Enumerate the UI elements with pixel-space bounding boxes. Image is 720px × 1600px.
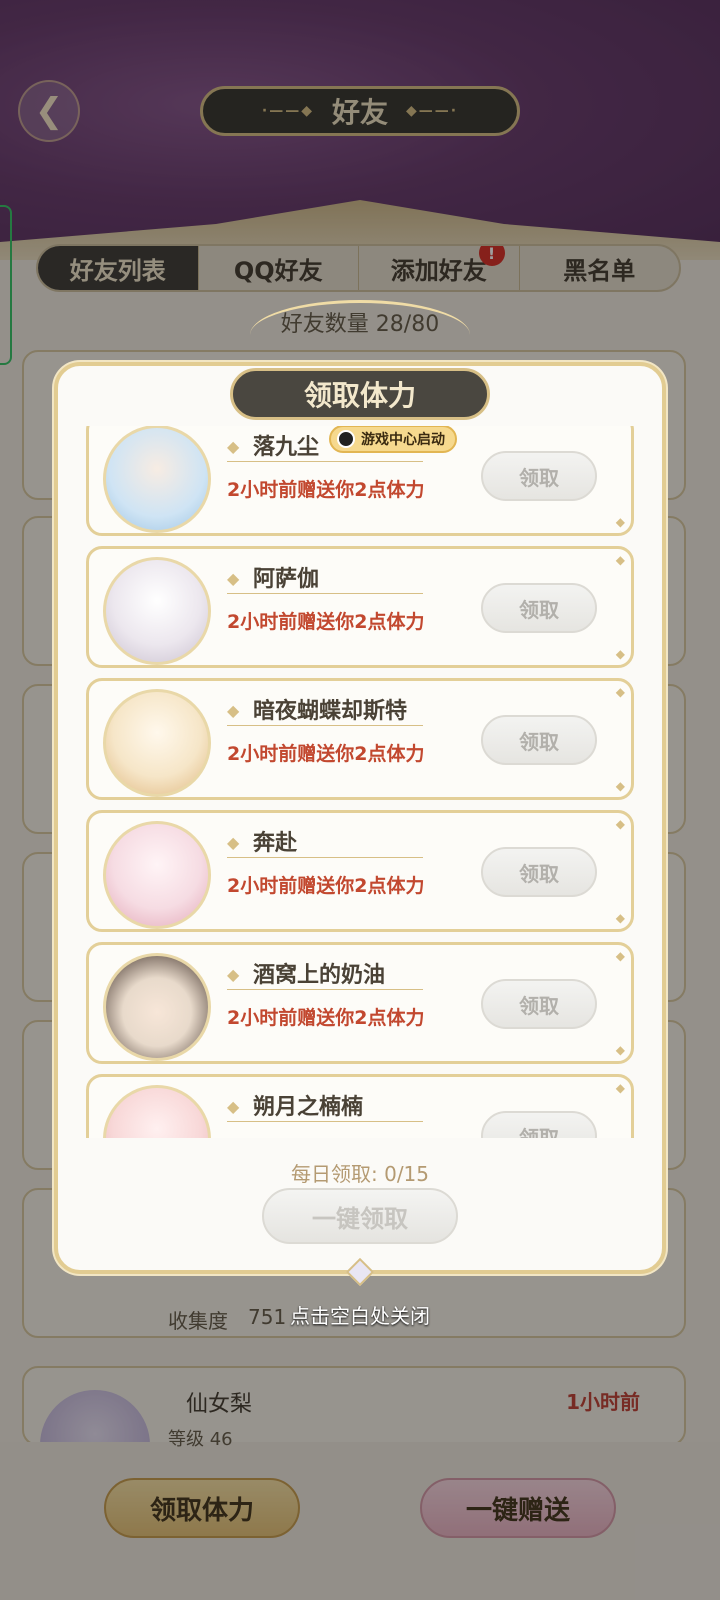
list-item: ◆ 奔赴 2小时前赠送你2点体力 领取 ◆ ◆ — [86, 810, 634, 932]
friend-avatar — [103, 953, 211, 1061]
friend-name: 暗夜蝴蝶却斯特 — [253, 699, 408, 724]
list-item: ◆ 阿萨伽 2小时前赠送你2点体力 领取 ◆ ◆ — [86, 546, 634, 668]
friend-avatar — [103, 557, 211, 665]
qq-penguin-icon — [337, 430, 355, 448]
gift-message: 2小时前赠送你2点体力 — [227, 479, 425, 501]
daily-claim-counter: 每日领取: 0/15 — [0, 1158, 720, 1187]
claim-button[interactable]: 领取 — [481, 1111, 597, 1138]
diamond-icon: ◆ — [227, 701, 240, 720]
friend-avatar — [103, 426, 211, 533]
friend-avatar — [103, 821, 211, 929]
friend-name: 朔月之楠楠 — [253, 1095, 364, 1120]
friend-name: 酒窝上的奶油 — [253, 963, 386, 988]
diamond-icon: ◆ — [227, 1097, 240, 1116]
claim-button[interactable]: 领取 — [481, 979, 597, 1029]
divider — [227, 857, 423, 858]
corner-ornament-icon: ◆ — [615, 1081, 625, 1095]
corner-ornament-icon: ◆ — [615, 949, 625, 963]
diamond-icon: ◆ — [227, 833, 240, 852]
divider — [227, 725, 423, 726]
gift-message: 2小时前赠送你2点体力 — [227, 1007, 425, 1029]
claim-button[interactable]: 领取 — [481, 583, 597, 633]
corner-ornament-icon: ◆ — [615, 553, 625, 567]
corner-ornament-icon: ◆ — [615, 779, 625, 793]
corner-ornament-icon: ◆ — [615, 817, 625, 831]
divider — [227, 989, 423, 990]
list-item: ◆ 落九尘 游戏中心启动 2小时前赠送你2点体力 领取 ◆ — [86, 426, 634, 536]
friend-name: 阿萨伽 — [253, 567, 320, 592]
claim-button[interactable]: 领取 — [481, 715, 597, 765]
gift-message: 2小时前赠送你2点体力 — [227, 743, 425, 765]
gift-message: 2小时前赠送你2点体力 — [227, 611, 425, 633]
list-item: ◆ 暗夜蝴蝶却斯特 2小时前赠送你2点体力 领取 ◆ ◆ — [86, 678, 634, 800]
corner-ornament-icon: ◆ — [615, 685, 625, 699]
qq-game-center-badge: 游戏中心启动 — [329, 426, 457, 453]
list-item: ◆ 朔月之楠楠 领取 ◆ — [86, 1074, 634, 1138]
divider — [227, 1121, 423, 1122]
qq-badge-label: 游戏中心启动 — [361, 432, 445, 448]
daily-claim-label: 每日领取: — [290, 1162, 378, 1186]
diamond-icon: ◆ — [227, 965, 240, 984]
diamond-icon: ◆ — [227, 437, 240, 456]
corner-ornament-icon: ◆ — [615, 911, 625, 925]
dialog-title: 领取体力 — [230, 368, 490, 420]
daily-claim-value: 0/15 — [384, 1162, 430, 1186]
divider — [227, 593, 423, 594]
friend-avatar — [103, 689, 211, 797]
gift-list[interactable]: ◆ 落九尘 游戏中心启动 2小时前赠送你2点体力 领取 ◆ ◆ 阿萨伽 2小时前… — [86, 426, 634, 1138]
gift-message: 2小时前赠送你2点体力 — [227, 875, 425, 897]
claim-button[interactable]: 领取 — [481, 451, 597, 501]
corner-ornament-icon: ◆ — [615, 1043, 625, 1057]
friend-avatar — [103, 1085, 211, 1138]
claim-all-button[interactable]: 一键领取 — [262, 1188, 458, 1244]
diamond-icon: ◆ — [227, 569, 240, 588]
divider — [227, 461, 423, 462]
dialog-crest-decoration — [250, 300, 470, 370]
friend-name: 落九尘 — [253, 435, 320, 460]
claim-button[interactable]: 领取 — [481, 847, 597, 897]
close-hint: 点击空白处关闭 — [290, 1304, 430, 1328]
list-item: ◆ 酒窝上的奶油 2小时前赠送你2点体力 领取 ◆ ◆ — [86, 942, 634, 1064]
corner-ornament-icon: ◆ — [615, 647, 625, 661]
friend-name: 奔赴 — [253, 831, 298, 856]
corner-ornament-icon: ◆ — [615, 515, 625, 529]
